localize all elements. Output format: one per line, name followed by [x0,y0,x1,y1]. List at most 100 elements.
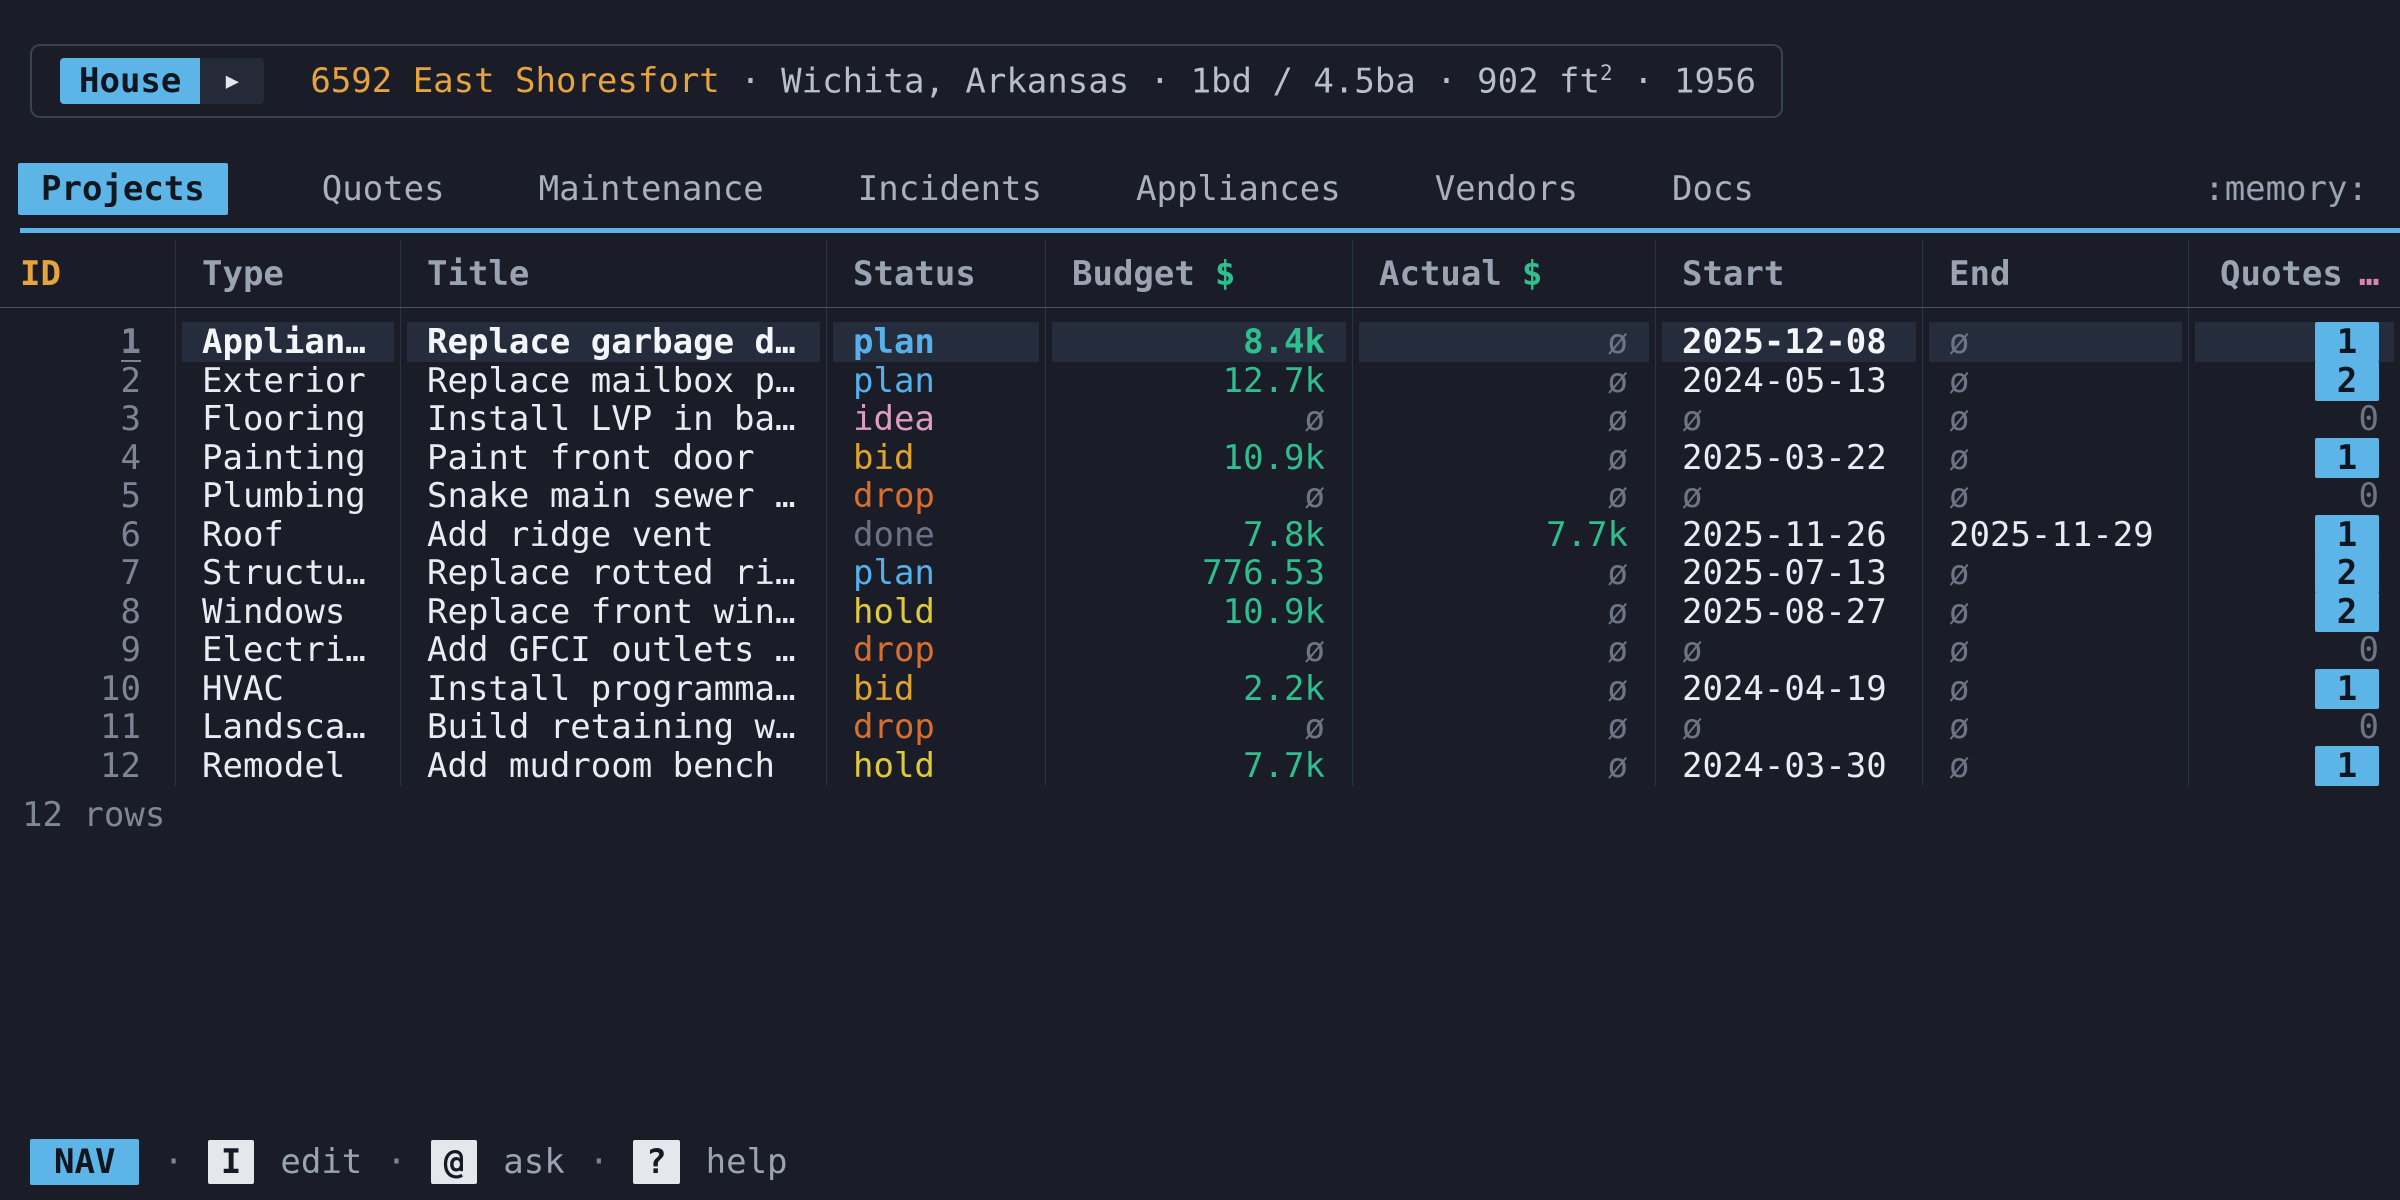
table-row[interactable]: 6RoofAdd ridge ventdone7.8k7.7k2025-11-2… [0,515,2400,554]
column-header-type[interactable]: Type [176,240,401,307]
cell-actual[interactable]: ø [1353,476,1656,516]
cell-status[interactable]: plan [827,361,1046,401]
column-header-quotes[interactable]: Quotes… [2189,240,2400,307]
cell-status[interactable]: bid [827,669,1046,709]
table-row[interactable]: 8WindowsReplace front win…hold10.9kø2025… [0,592,2400,631]
cell-end[interactable]: 2025-11-29 [1923,515,2189,555]
cell-actual[interactable]: ø [1353,322,1656,362]
table-row[interactable]: 7Structu…Replace rotted ri…plan776.53ø20… [0,553,2400,592]
cell-status[interactable]: drop [827,707,1046,747]
cell-id[interactable]: 8 [0,592,176,632]
cell-start[interactable]: ø [1656,476,1923,516]
cell-quotes[interactable]: 2 [2189,592,2400,632]
cell-actual[interactable]: 7.7k [1353,515,1656,555]
table-row[interactable]: 10HVACInstall programma…bid2.2kø2024-04-… [0,669,2400,708]
cell-budget[interactable]: 10.9k [1046,592,1353,632]
cell-type[interactable]: Exterior [176,361,401,401]
cell-actual[interactable]: ø [1353,399,1656,439]
table-row[interactable]: 12RemodelAdd mudroom benchhold7.7kø2024-… [0,746,2400,785]
cell-start[interactable]: ø [1656,399,1923,439]
table-row[interactable]: 2ExteriorReplace mailbox p…plan12.7kø202… [0,361,2400,400]
cell-actual[interactable]: ø [1353,707,1656,747]
cell-id[interactable]: 2 [0,361,176,401]
cell-type[interactable]: Flooring [176,399,401,439]
cell-budget[interactable]: 10.9k [1046,438,1353,478]
cell-end[interactable]: ø [1923,746,2189,786]
table-row[interactable]: 3FlooringInstall LVP in ba…ideaøøøø0 [0,399,2400,438]
cell-start[interactable]: 2025-07-13 [1656,553,1923,593]
cell-status[interactable]: plan [827,553,1046,593]
cell-quotes[interactable]: 2 [2189,553,2400,593]
cell-id[interactable]: 5 [0,476,176,516]
cell-status[interactable]: hold [827,592,1046,632]
cell-actual[interactable]: ø [1353,669,1656,709]
cell-quotes[interactable]: 1 [2189,322,2400,362]
column-header-title[interactable]: Title [401,240,827,307]
cell-quotes[interactable]: 1 [2189,746,2400,786]
table-row[interactable]: 5PlumbingSnake main sewer …dropøøøø0 [0,476,2400,515]
cell-status[interactable]: plan [827,322,1046,362]
tab-projects[interactable]: Projects [18,163,228,215]
column-header-end[interactable]: End [1923,240,2189,307]
cell-title[interactable]: Add ridge vent [401,515,827,555]
entity-expand-button[interactable]: ▶ [200,58,264,104]
cell-budget[interactable]: 7.7k [1046,746,1353,786]
cell-id[interactable]: 10 [0,669,176,709]
cell-quotes[interactable]: 0 [2189,399,2400,439]
cell-title[interactable]: Replace front win… [401,592,827,632]
cell-budget[interactable]: ø [1046,399,1353,439]
cell-quotes[interactable]: 1 [2189,669,2400,709]
key-badge-help[interactable]: ? [633,1140,679,1184]
cell-id[interactable]: 3 [0,399,176,439]
table-row[interactable]: 9Electri…Add GFCI outlets …dropøøøø0 [0,630,2400,669]
cell-end[interactable]: ø [1923,630,2189,670]
cell-type[interactable]: Remodel [176,746,401,786]
cell-title[interactable]: Replace mailbox p… [401,361,827,401]
cell-end[interactable]: ø [1923,476,2189,516]
key-badge-edit[interactable]: I [208,1140,254,1184]
cell-title[interactable]: Paint front door [401,438,827,478]
cell-budget[interactable]: ø [1046,476,1353,516]
cell-budget[interactable]: 7.8k [1046,515,1353,555]
cell-budget[interactable]: 12.7k [1046,361,1353,401]
cell-budget[interactable]: 2.2k [1046,669,1353,709]
cell-start[interactable]: 2025-11-26 [1656,515,1923,555]
cell-id[interactable]: 7 [0,553,176,593]
cell-type[interactable]: HVAC [176,669,401,709]
cell-title[interactable]: Build retaining w… [401,707,827,747]
cell-actual[interactable]: ø [1353,361,1656,401]
cell-actual[interactable]: ø [1353,592,1656,632]
cell-quotes[interactable]: 1 [2189,438,2400,478]
entity-type-button[interactable]: House [60,58,200,104]
cell-end[interactable]: ø [1923,592,2189,632]
cell-end[interactable]: ø [1923,669,2189,709]
cell-status[interactable]: drop [827,630,1046,670]
tab-docs[interactable]: Docs [1672,169,1754,209]
cell-quotes[interactable]: 1 [2189,515,2400,555]
cell-budget[interactable]: 8.4k [1046,322,1353,362]
cell-title[interactable]: Replace garbage d… [401,322,827,362]
table-row[interactable]: 1Applian…Replace garbage d…plan8.4kø2025… [0,322,2400,361]
cell-budget[interactable]: ø [1046,630,1353,670]
cell-title[interactable]: Add mudroom bench [401,746,827,786]
tab-quotes[interactable]: Quotes [322,169,445,209]
cell-type[interactable]: Roof [176,515,401,555]
cell-type[interactable]: Plumbing [176,476,401,516]
cell-actual[interactable]: ø [1353,630,1656,670]
cell-status[interactable]: drop [827,476,1046,516]
column-header-status[interactable]: Status [827,240,1046,307]
cell-start[interactable]: ø [1656,707,1923,747]
cell-type[interactable]: Electri… [176,630,401,670]
cell-budget[interactable]: ø [1046,707,1353,747]
column-header-budget[interactable]: Budget$ [1046,240,1353,307]
tab-maintenance[interactable]: Maintenance [539,169,764,209]
cell-start[interactable]: 2025-12-08 [1656,322,1923,362]
cell-id[interactable]: 6 [0,515,176,555]
cell-end[interactable]: ø [1923,553,2189,593]
cell-end[interactable]: ø [1923,399,2189,439]
key-badge-ask[interactable]: @ [431,1140,477,1184]
cell-status[interactable]: hold [827,746,1046,786]
cell-status[interactable]: done [827,515,1046,555]
cell-end[interactable]: ø [1923,322,2189,362]
cell-end[interactable]: ø [1923,438,2189,478]
